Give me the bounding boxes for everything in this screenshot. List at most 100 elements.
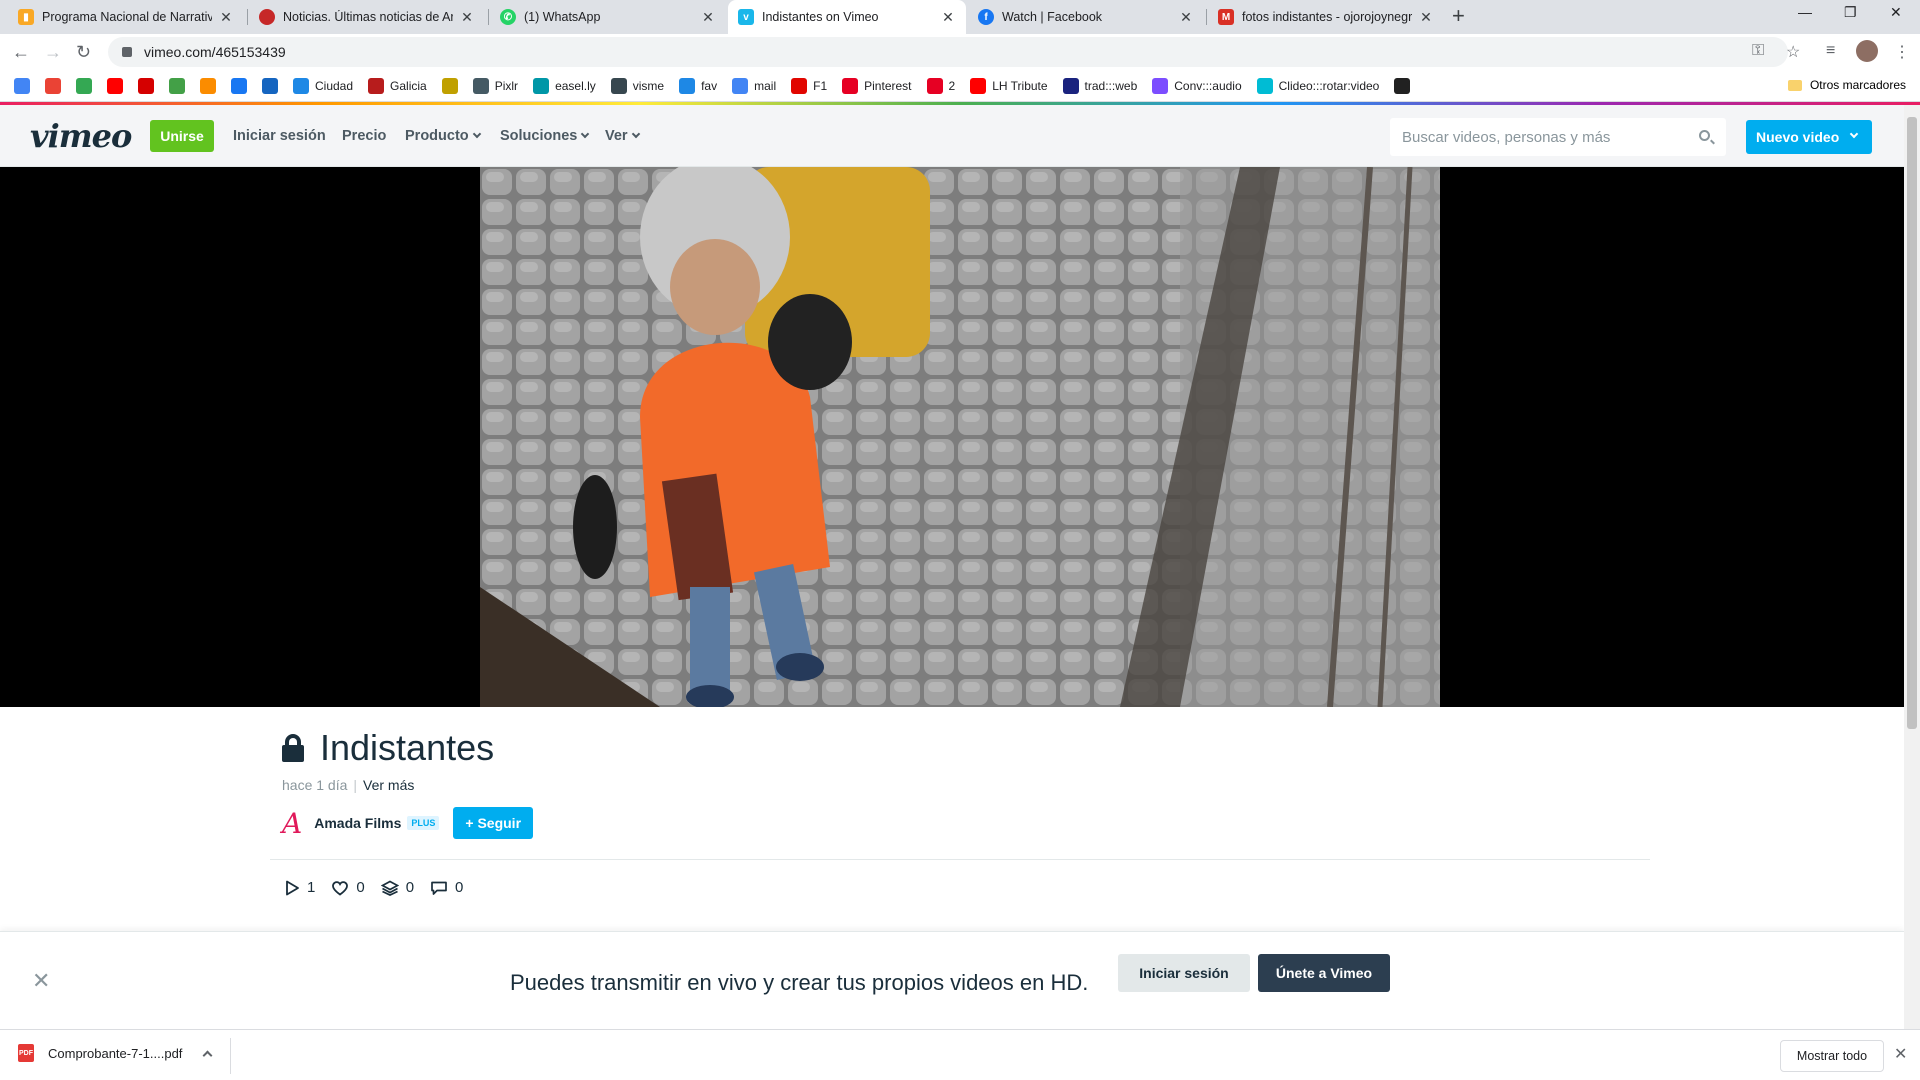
bookmark-item[interactable]	[169, 77, 191, 94]
scrollbar-thumb[interactable]	[1907, 117, 1917, 729]
close-window-icon[interactable]: ✕	[1890, 4, 1902, 21]
pdf-file-icon: PDF	[18, 1044, 34, 1062]
likes-stat[interactable]: 0	[331, 879, 365, 896]
bookmark-item[interactable]: easel.ly	[533, 77, 596, 94]
bookmark-item[interactable]	[200, 77, 222, 94]
bookmark-item[interactable]: Ciudad	[293, 77, 353, 94]
back-arrow-icon[interactable]: ←	[12, 42, 30, 63]
bookmark-label: Conv:::audio	[1174, 78, 1242, 93]
bookmark-item[interactable]: Clideo:::rotar:video	[1256, 77, 1380, 94]
galicia-icon	[368, 77, 385, 94]
bookmark-item[interactable]: Galicia	[368, 77, 427, 94]
visme-icon	[610, 77, 627, 94]
bookmark-item[interactable]	[231, 77, 253, 94]
minimize-icon[interactable]: —	[1798, 4, 1812, 20]
close-icon[interactable]: ✕	[1418, 9, 1434, 26]
bookmark-item[interactable]	[14, 77, 36, 94]
bookmarks-bar: Ciudad Galicia Pixlr easel.ly visme fav mail F1…	[0, 70, 1920, 102]
plays-stat[interactable]: 1	[284, 879, 315, 896]
tab-noticias[interactable]: Noticias. Últimas noticias de Arge ✕	[249, 0, 485, 34]
nav-product[interactable]: Producto	[405, 128, 481, 144]
bookmark-item[interactable]	[262, 77, 284, 94]
heart-icon	[332, 880, 349, 896]
owner-name[interactable]: Amada Films	[314, 815, 401, 831]
close-icon[interactable]: ✕	[940, 9, 956, 26]
bookmark-item[interactable]: trad:::web	[1062, 77, 1137, 94]
bookmark-item[interactable]	[138, 77, 160, 94]
video-player[interactable]	[0, 167, 1904, 707]
search-input[interactable]: Buscar videos, personas y más	[1390, 118, 1726, 156]
address-bar[interactable]: vimeo.com/465153439	[108, 37, 1788, 67]
bookmark-item[interactable]: visme	[610, 77, 664, 94]
tab-strip: ▮ Programa Nacional de Narrativas ✕ Noti…	[0, 0, 1920, 34]
restore-icon[interactable]: ❐	[1844, 4, 1857, 21]
see-more-link[interactable]: Ver más	[363, 777, 414, 793]
bookmark-item[interactable]: Pixlr	[472, 77, 518, 94]
tab-whatsapp[interactable]: ✆ (1) WhatsApp ✕	[490, 0, 726, 34]
bookmark-label: Pinterest	[864, 78, 912, 93]
close-download-bar-icon[interactable]: ✕	[1894, 1044, 1907, 1064]
profile-avatar[interactable]	[1856, 40, 1878, 62]
search-icon[interactable]	[1699, 130, 1710, 141]
bookmark-item[interactable]	[45, 77, 67, 94]
gmail-icon: M	[1218, 9, 1234, 25]
forward-arrow-icon[interactable]: →	[44, 42, 62, 63]
bookmark-item[interactable]: 2	[926, 77, 955, 94]
key-icon[interactable]: ⚿	[1752, 42, 1764, 60]
bookmark-item[interactable]	[76, 77, 98, 94]
green-logo-icon	[169, 77, 185, 94]
nav-solutions[interactable]: Soluciones	[500, 128, 590, 144]
page-scrollbar[interactable]	[1904, 105, 1920, 1029]
download-filename: Comprobante-7-1....pdf	[48, 1045, 183, 1061]
collections-stat[interactable]: 0	[380, 879, 414, 896]
join-button[interactable]: Unirse	[150, 120, 214, 152]
banner-login-button[interactable]: Iniciar sesión	[1118, 954, 1250, 992]
new-tab-button[interactable]: +	[1452, 3, 1465, 29]
vimeo-logo[interactable]: vimeo	[30, 117, 132, 155]
menu-dots-icon[interactable]: ⋮	[1894, 42, 1910, 62]
close-icon[interactable]: ✕	[459, 9, 475, 26]
owner-avatar[interactable]: A	[282, 807, 302, 840]
nav-login[interactable]: Iniciar sesión	[233, 128, 326, 144]
comments-stat[interactable]: 0	[430, 879, 463, 896]
google-mail-icon	[732, 77, 749, 94]
show-all-downloads-button[interactable]: Mostrar todo	[1780, 1040, 1884, 1072]
tab-facebook[interactable]: f Watch | Facebook ✕	[968, 0, 1204, 34]
follow-button[interactable]: + Seguir	[453, 807, 534, 839]
tab-title: fotos indistantes - ojorojoynegro	[1242, 10, 1412, 24]
close-icon[interactable]: ✕	[32, 968, 50, 994]
bookmark-item[interactable]: F1	[791, 77, 827, 94]
reload-icon[interactable]: ↻	[76, 42, 91, 63]
youtube-icon	[107, 77, 123, 94]
nav-watch[interactable]: Ver	[605, 128, 640, 144]
bookmark-label: Clideo:::rotar:video	[1278, 78, 1380, 93]
bookmark-item[interactable]: Pinterest	[842, 77, 912, 94]
close-icon[interactable]: ✕	[218, 9, 234, 26]
bookmark-item[interactable]	[1394, 77, 1416, 94]
red-logo-icon	[138, 77, 154, 94]
star-icon[interactable]: ☆	[1786, 42, 1800, 62]
bookmark-item[interactable]: mail	[732, 77, 776, 94]
new-video-button[interactable]: Nuevo video	[1746, 120, 1872, 154]
layers-icon	[380, 880, 399, 896]
download-item[interactable]: PDF Comprobante-7-1....pdf	[18, 1044, 213, 1062]
close-icon[interactable]: ✕	[1178, 9, 1194, 26]
tab-title: Indistantes on Vimeo	[762, 10, 879, 24]
bookmark-item[interactable]: LH Tribute	[970, 77, 1048, 94]
tab-programa[interactable]: ▮ Programa Nacional de Narrativas ✕	[8, 0, 244, 34]
other-bookmarks[interactable]: Otros marcadores	[1787, 78, 1906, 92]
vimeo-icon: v	[738, 9, 754, 25]
bookmark-item[interactable]: Conv:::audio	[1152, 77, 1242, 94]
video-title-text: Indistantes	[320, 727, 495, 768]
tab-vimeo[interactable]: v Indistantes on Vimeo ✕	[728, 0, 966, 34]
nav-pricing[interactable]: Precio	[342, 128, 386, 144]
tab-gmail[interactable]: M fotos indistantes - ojorojoynegro ✕	[1208, 0, 1444, 34]
video-frame[interactable]	[480, 167, 1440, 707]
reading-list-icon[interactable]: ≡	[1826, 42, 1835, 60]
bookmark-item[interactable]	[441, 77, 464, 94]
chevron-up-icon[interactable]	[202, 1050, 213, 1060]
bookmark-item[interactable]	[107, 77, 129, 94]
close-icon[interactable]: ✕	[700, 9, 716, 26]
banner-join-button[interactable]: Únete a Vimeo	[1258, 954, 1390, 992]
bookmark-item[interactable]: fav	[679, 77, 717, 94]
